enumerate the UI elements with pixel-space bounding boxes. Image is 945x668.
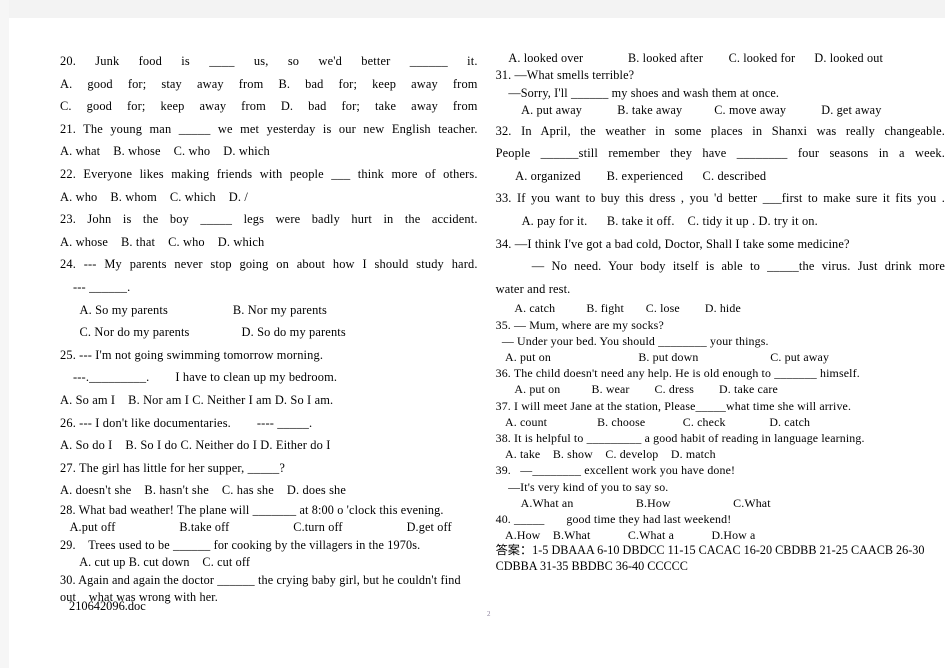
page-top-margin-band — [0, 0, 945, 18]
dialogue-line: —Sorry, I'll ______ my shoes and wash th… — [495, 85, 780, 100]
option-line: C. good for; keep away from D. bad for; … — [60, 99, 478, 114]
answer-key: 答案：1-5 DBAAA 6-10 DBDCC 11-15 CACAC 16-2… — [495, 543, 928, 574]
option-line: A. put away B. take away C. move away D.… — [495, 103, 882, 118]
option-line: A. put on B. put down C. put away — [495, 349, 830, 364]
question-line: 33. If you want to buy this dress , you … — [495, 191, 945, 206]
question-line: 36. The child doesn't need any help. He … — [495, 366, 860, 381]
question-line: 31. —What smells terrible? — [495, 68, 635, 83]
question-line: 26. --- I don't like documentaries. ----… — [60, 415, 313, 430]
option-line: A. count B. choose C. check D. catch — [495, 414, 811, 429]
question-line: 32. In April, the weather in some places… — [495, 123, 945, 138]
left-column: 20. Junk food is ____ us, so we'd better… — [60, 50, 478, 606]
dialogue-line: —It's very kind of you to say so. — [495, 479, 669, 494]
question-line: 27. The girl has little for her supper, … — [60, 460, 286, 475]
question-line: 29. Trees used to be ______ for cooking … — [60, 537, 421, 552]
question-line: 20. Junk food is ____ us, so we'd better… — [60, 54, 478, 68]
option-line: A. looked over B. looked after C. looked… — [495, 51, 884, 65]
question-line: 23. John is the boy _____ legs were badl… — [60, 212, 478, 227]
question-line: 38. It is helpful to _________ a good ha… — [495, 431, 865, 445]
question-line: 24. --- My parents never stop going on a… — [60, 257, 478, 272]
answer-blank-line: --- ______. — [60, 279, 131, 294]
question-line: 22. Everyone likes making friends with p… — [60, 166, 478, 181]
dialogue-line: — Under your bed. You should ________ yo… — [495, 333, 769, 348]
option-line: A. pay for it. B. take it off. C. tidy i… — [495, 214, 818, 228]
option-line: A. catch B. fight C. lose D. hide — [495, 301, 741, 316]
question-line: 40. _____ good time they had last weeken… — [495, 512, 732, 527]
answer-blank-line: ---._________. I have to clean up my bed… — [60, 370, 338, 385]
option-line: A. whose B. that C. who D. which — [60, 234, 265, 249]
question-line-continued: People ______still remember they have __… — [495, 146, 945, 161]
page-left-margin-strip — [0, 0, 9, 668]
footer-filename: 210642096.doc — [69, 599, 146, 613]
option-line: A.How B.What C.What a D.How a — [495, 528, 756, 543]
option-line: A. So am I B. Nor am I C. Neither I am D… — [60, 392, 334, 407]
document-page: 20. Junk food is ____ us, so we'd better… — [0, 0, 945, 668]
dialogue-line: — No need. Your body itself is able to _… — [495, 259, 945, 274]
question-line-continued: water and rest. — [495, 281, 571, 296]
option-line: A. who B. whom C. which D. / — [60, 189, 248, 204]
option-line: A. doesn't she B. hasn't she C. has she … — [60, 483, 347, 498]
option-line: C. Nor do my parents D. So do my parents — [60, 325, 346, 340]
question-line: 30. Again and again the doctor ______ th… — [60, 572, 461, 587]
right-column: A. looked over B. looked after C. looked… — [496, 50, 945, 575]
question-line: 34. —I think I've got a bad cold, Doctor… — [495, 236, 850, 251]
question-line: 25. --- I'm not going swimming tomorrow … — [60, 347, 324, 362]
option-line: A. cut up B. cut down C. cut off — [60, 555, 251, 570]
question-line: 37. I will meet Jane at the station, Ple… — [495, 398, 852, 413]
option-line: A.What an B.How C.What — [495, 495, 771, 510]
question-line: 35. — Mum, where are my socks? — [495, 317, 664, 332]
two-column-body: 20. Junk food is ____ us, so we'd better… — [9, 18, 945, 606]
page-number: 2 — [487, 610, 491, 618]
option-line: A. put on B. wear C. dress D. take care — [495, 382, 778, 397]
option-line: A.put off B.take off C.turn off D.get of… — [60, 520, 452, 535]
option-line: A. organized B. experienced C. described — [495, 168, 767, 183]
question-line: 21. The young man _____ we met yesterday… — [60, 121, 478, 136]
document-sheet: 20. Junk food is ____ us, so we'd better… — [9, 18, 945, 668]
question-line: 39. —________ excellent work you have do… — [495, 463, 736, 478]
option-line: A. good for; stay away from B. bad for; … — [60, 76, 478, 91]
option-line: A. what B. whose C. who D. which — [60, 144, 270, 159]
option-line: A. take B. show C. develop D. match — [495, 447, 716, 462]
option-line: A. So do I B. So I do C. Neither do I D.… — [60, 438, 331, 453]
option-line: A. So my parents B. Nor my parents — [60, 302, 327, 317]
question-line: 28. What bad weather! The plane will ___… — [60, 502, 444, 517]
